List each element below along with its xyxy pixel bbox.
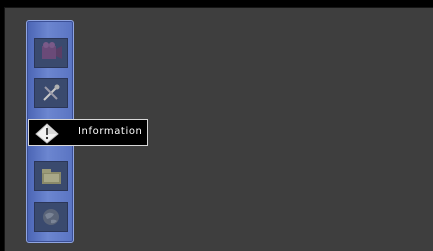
menu-item-tools[interactable]: [34, 78, 68, 108]
video-icon: [42, 42, 62, 59]
menu-item-label: Information: [78, 126, 143, 137]
information-icon: [35, 123, 59, 144]
tools-icon: [43, 84, 60, 101]
menu-item-globe[interactable]: [34, 202, 68, 232]
screen: Information: [0, 0, 433, 251]
folder-icon: [42, 169, 61, 184]
globe-icon: [43, 209, 59, 225]
menu-item-information[interactable]: Information: [28, 119, 148, 146]
menu-item-folder[interactable]: [34, 161, 68, 191]
menu-item-video[interactable]: [34, 38, 68, 68]
